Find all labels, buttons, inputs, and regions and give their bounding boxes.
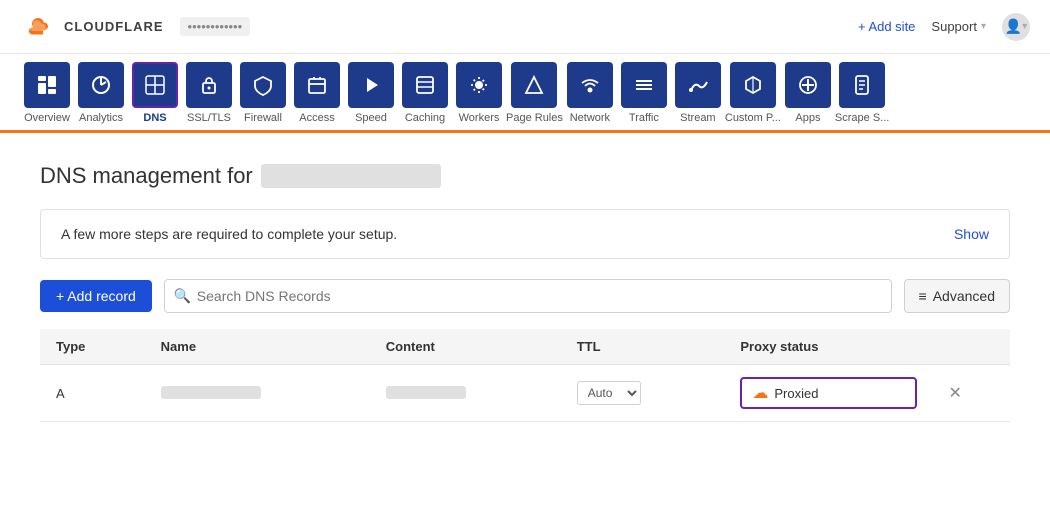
search-icon: 🔍 (174, 288, 191, 305)
ttl-select[interactable]: Auto 1 min 2 min 5 min (577, 381, 641, 405)
sidebar-item-workers[interactable]: Workers (452, 62, 506, 130)
main-content: DNS management for A few more steps are … (0, 133, 1050, 442)
custom-pages-icon (730, 62, 776, 108)
caching-label: Caching (405, 112, 445, 124)
sidebar-item-dns[interactable]: DNS (128, 62, 182, 130)
sidebar-item-firewall[interactable]: Firewall (236, 62, 290, 130)
sidebar-item-stream[interactable]: Stream (671, 62, 725, 130)
access-icon (294, 62, 340, 108)
account-chevron-icon: ▾ (1022, 21, 1027, 32)
firewall-icon (240, 62, 286, 108)
overview-label: Overview (24, 112, 70, 124)
scrape-shield-icon (839, 62, 885, 108)
workers-label: Workers (459, 112, 500, 124)
network-icon (567, 62, 613, 108)
analytics-icon (78, 62, 124, 108)
sidebar-item-speed[interactable]: Speed (344, 62, 398, 130)
col-name: Name (145, 329, 370, 365)
page-rules-label: Page Rules (506, 112, 563, 124)
advanced-button[interactable]: ≡ Advanced (904, 279, 1010, 313)
cloudflare-logo-icon (20, 9, 56, 45)
overview-icon (24, 62, 70, 108)
account-icon: 👤 (1005, 18, 1022, 35)
dns-toolbar: + Add record 🔍 ≡ Advanced (40, 279, 1010, 313)
sidebar-item-access[interactable]: Access (290, 62, 344, 130)
col-proxy-status: Proxy status (724, 329, 932, 365)
sidebar-item-network[interactable]: Network (563, 62, 617, 130)
network-label: Network (570, 112, 610, 124)
speed-label: Speed (355, 112, 387, 124)
col-actions (933, 329, 1010, 365)
cell-content (370, 365, 561, 422)
stream-label: Stream (680, 112, 715, 124)
firewall-label: Firewall (244, 112, 282, 124)
cell-name (145, 365, 370, 422)
sidebar-item-analytics[interactable]: Analytics (74, 62, 128, 130)
stream-icon (675, 62, 721, 108)
dns-icon (132, 62, 178, 108)
proxy-cloud-icon: ☁ (752, 383, 768, 403)
dns-label: DNS (143, 112, 166, 124)
col-ttl: TTL (561, 329, 725, 365)
ssl-label: SSL/TLS (187, 112, 231, 124)
header-left: CLOUDFLARE •••••••••••• (20, 9, 250, 45)
account-button[interactable]: 👤 ▾ (1002, 13, 1030, 41)
caching-icon (402, 62, 448, 108)
sidebar-item-caching[interactable]: Caching (398, 62, 452, 130)
logo-text: CLOUDFLARE (64, 19, 164, 34)
support-chevron-icon: ▾ (981, 21, 986, 32)
delete-button[interactable]: ✕ (949, 383, 962, 403)
setup-notice: A few more steps are required to complet… (40, 209, 1010, 259)
domain-placeholder (261, 164, 441, 188)
setup-notice-text: A few more steps are required to complet… (61, 226, 397, 242)
nav-bar: Overview Analytics DNS SSL/TLS Firewall (0, 54, 1050, 133)
analytics-label: Analytics (79, 112, 123, 124)
search-wrapper: 🔍 (164, 279, 892, 313)
cell-proxy-status: ☁ Proxied (724, 365, 932, 422)
app-header: CLOUDFLARE •••••••••••• + Add site Suppo… (0, 0, 1050, 54)
nav-icons: Overview Analytics DNS SSL/TLS Firewall (20, 54, 1030, 130)
scrape-shield-label: Scrape S... (835, 112, 889, 124)
apps-label: Apps (795, 112, 820, 124)
advanced-icon: ≡ (919, 288, 927, 304)
sidebar-item-ssl-tls[interactable]: SSL/TLS (182, 62, 236, 130)
apps-icon (785, 62, 831, 108)
custom-pages-label: Custom P... (725, 112, 781, 124)
cell-ttl: Auto 1 min 2 min 5 min (561, 365, 725, 422)
header-right: + Add site Support ▾ 👤 ▾ (858, 13, 1030, 41)
sidebar-item-scrape-shield[interactable]: Scrape S... (835, 62, 889, 130)
sidebar-item-custom-pages[interactable]: Custom P... (725, 62, 781, 130)
page-title: DNS management for (40, 163, 1010, 189)
cell-delete: ✕ (933, 365, 1010, 422)
workers-icon (456, 62, 502, 108)
traffic-label: Traffic (629, 112, 659, 124)
speed-icon (348, 62, 394, 108)
proxy-badge[interactable]: ☁ Proxied (740, 377, 916, 409)
table-header: Type Name Content TTL Proxy status (40, 329, 1010, 365)
table-row: A Auto 1 min 2 min 5 min (40, 365, 1010, 422)
search-input[interactable] (164, 279, 892, 313)
add-site-button[interactable]: + Add site (858, 19, 915, 34)
access-label: Access (299, 112, 334, 124)
sidebar-item-traffic[interactable]: Traffic (617, 62, 671, 130)
col-content: Content (370, 329, 561, 365)
cell-type: A (40, 365, 145, 422)
add-record-button[interactable]: + Add record (40, 280, 152, 312)
traffic-icon (621, 62, 667, 108)
sidebar-item-overview[interactable]: Overview (20, 62, 74, 130)
proxy-label: Proxied (774, 386, 818, 401)
ssl-icon (186, 62, 232, 108)
page-rules-icon (511, 62, 557, 108)
col-type: Type (40, 329, 145, 365)
sidebar-item-page-rules[interactable]: Page Rules (506, 62, 563, 130)
support-button[interactable]: Support ▾ (931, 19, 986, 34)
sidebar-item-apps[interactable]: Apps (781, 62, 835, 130)
table-body: A Auto 1 min 2 min 5 min (40, 365, 1010, 422)
dns-table: Type Name Content TTL Proxy status A (40, 329, 1010, 422)
cloudflare-logo: CLOUDFLARE (20, 9, 164, 45)
show-link[interactable]: Show (954, 226, 989, 242)
header-domain: •••••••••••• (180, 17, 251, 36)
